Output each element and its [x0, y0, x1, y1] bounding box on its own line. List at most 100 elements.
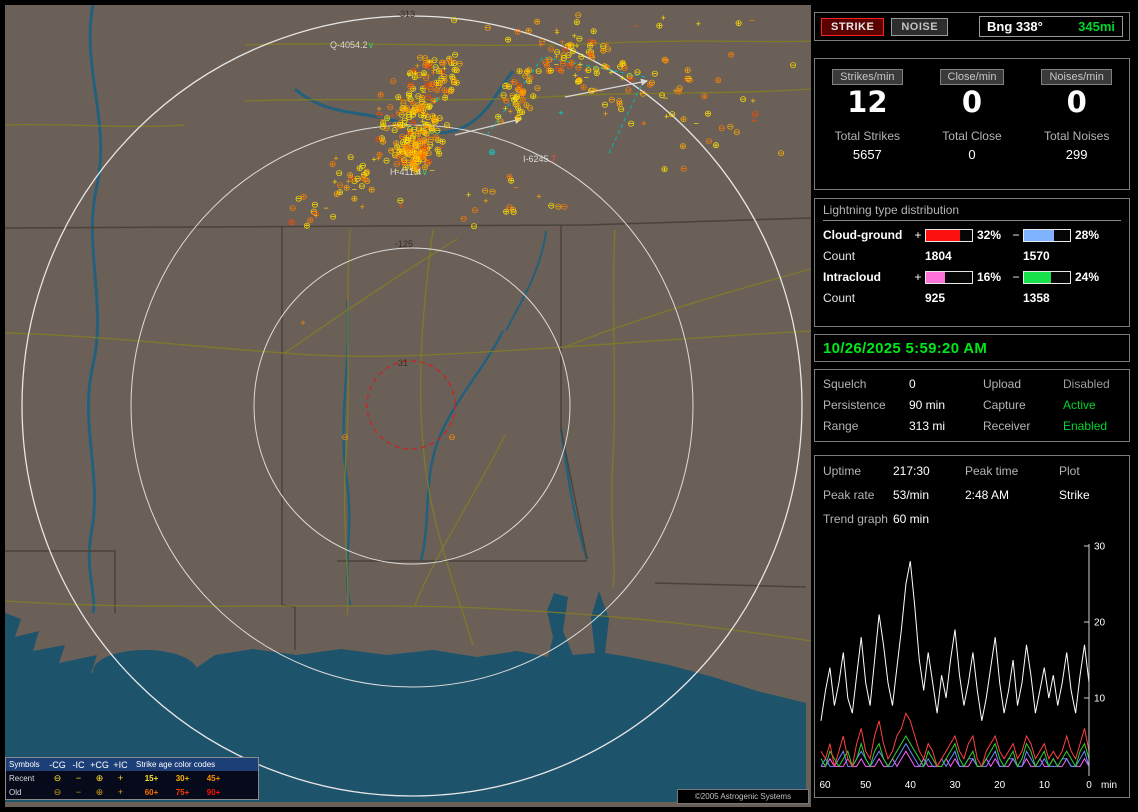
legend-age-code: 75+ — [175, 787, 190, 797]
strike-symbol: ⊕ — [656, 21, 664, 31]
strike-symbol: − — [429, 166, 434, 176]
strike-symbol: ⊖ — [526, 103, 534, 113]
total-label: Total Strikes — [834, 128, 900, 143]
strike-symbol: ⊖ — [443, 120, 451, 130]
strike-symbol: + — [572, 31, 577, 41]
strike-symbol: + — [577, 60, 582, 70]
strike-symbol: + — [413, 69, 418, 79]
strike-symbol: ⊖ — [658, 90, 666, 100]
strike-symbol: + — [389, 111, 394, 121]
mode-toolbar: STRIKE NOISE Bng 338° 345mi — [814, 12, 1130, 41]
strike-symbol: ⊕ — [704, 108, 712, 118]
squelch-ring — [366, 360, 456, 450]
map-canvas: +⊕⊖⊕⊖⊖+⊖+−⊖⊖⊖⊕⊖⊕⊕⊕−⊖⊕+⊕⊖⊕⊕⊕⊕⊕⊖+⊖+⊖− +−⊖⊖⊕… — [5, 5, 811, 802]
strike-symbol: ⊖ — [548, 200, 556, 210]
strike-symbol: ⊖ — [421, 127, 429, 137]
legend-age-code: 90+ — [206, 787, 221, 797]
datetime-display: 10/26/2025 5:59:20 AM — [823, 339, 988, 357]
strike-symbol: ⊖ — [515, 113, 523, 123]
strike-symbol: ⊕ — [432, 132, 440, 142]
strike-symbol: ⊖ — [484, 23, 492, 33]
status-label: Uptime — [823, 464, 862, 478]
positive-percentage-bar — [925, 228, 973, 242]
settings-panel: Squelch 0 Upload Disabled Persistence 90 min C… — [814, 369, 1130, 442]
lightning-map[interactable]: + ⊕ ⊖ ⊕ ⊖ ⊖ + ⊖ + − ⊖ ⊖ ⊖ ⊕ ⊖ ⊕ ⊕ ⊕ − ⊖ ⊕ + ⊕ ⊖ ⊕ ⊕ ⊕ ⊕ ⊕ ⊖ + ⊖ + ⊖ − + − ⊖ ⊖ ⊕… — [5, 5, 811, 807]
strike-symbol: ⊖ — [561, 202, 569, 212]
legend-header: Symbols -CG -IC +CG +IC Strike age color code… — [6, 758, 258, 771]
strike-symbol: ⊖ — [608, 95, 616, 105]
rate-label-button[interactable]: Close/min — [939, 69, 1005, 85]
strike-symbol: ⊕ — [619, 59, 627, 69]
x-tick-label: 30 — [949, 780, 961, 791]
legend-age-code: 45+ — [206, 773, 221, 783]
legend-header-type: -CG — [49, 759, 66, 770]
strike-symbol: − — [749, 15, 754, 25]
storm-cell-label: I-6245.7 — [523, 154, 556, 164]
strike-symbol: ⊕ — [727, 49, 735, 59]
strike-symbol: ⊕ — [514, 27, 522, 37]
legend-symbol: − — [75, 787, 82, 797]
setting-value: Disabled — [1063, 377, 1110, 391]
storm-cell-label: H-411.4∨ — [390, 167, 428, 177]
strike-symbol: ⊖ — [553, 47, 561, 57]
total-value: 5657 — [852, 146, 882, 162]
strike-symbol: ⊖ — [789, 60, 797, 70]
x-axis-unit: min — [1101, 780, 1117, 791]
strike-symbol: + — [620, 74, 625, 84]
strike-symbol: ⊕ — [661, 164, 669, 174]
x-tick-label: 50 — [860, 780, 872, 791]
plus-sign: + — [914, 228, 922, 242]
strike-symbol: − — [514, 183, 519, 193]
strike-symbol: ⊖ — [668, 109, 676, 119]
trend-graph-svg: 30 20 10 60 50 40 30 20 10 0 min — [819, 542, 1117, 792]
strike-symbol: ⊖ — [535, 66, 543, 76]
strike-mode-button[interactable]: STRIKE — [821, 17, 885, 36]
strike-symbol: ⊖ — [680, 164, 688, 174]
distribution-count-row: Count 925 1358 — [823, 291, 1121, 305]
negative-count: 1570 — [1023, 249, 1050, 263]
strike-symbol: ⊕ — [441, 85, 449, 95]
strike-symbol: ⊕ — [679, 141, 687, 151]
rate-label-button[interactable]: Strikes/min — [832, 69, 903, 85]
strike-symbol: ⊖ — [450, 15, 458, 25]
strike-symbol: ⊖ — [289, 203, 297, 213]
positive-percentage-bar — [925, 270, 973, 284]
strike-symbol: ⊖ — [593, 64, 601, 74]
strike-symbol: ⊖ — [481, 185, 489, 195]
strike-symbol: ⊖ — [402, 104, 410, 114]
distribution-panel: Lightning type distribution Cloud-ground… — [814, 198, 1130, 327]
strike-symbol: − — [694, 118, 699, 128]
setting-value: Enabled — [1063, 419, 1108, 433]
strike-symbol: + — [750, 96, 755, 106]
strike-symbol: ⊖ — [676, 83, 684, 93]
strike-symbol: ⊕ — [680, 114, 688, 124]
strike-symbol: + — [554, 25, 559, 35]
counter-column: Noises/min 0 Total Noises 299 — [1024, 67, 1129, 162]
strike-symbol: ⊕ — [735, 18, 743, 28]
strike-symbol: ⊖ — [396, 120, 404, 130]
copyright: ©2005 Astrogenic Systems — [677, 789, 809, 804]
strike-symbol: ⊖ — [625, 85, 633, 95]
strike-symbol: ⊖ — [718, 123, 726, 133]
legend-header-type: -IC — [72, 759, 85, 770]
noise-mode-button[interactable]: NOISE — [891, 17, 949, 36]
positive-count: 925 — [925, 291, 946, 305]
strike-symbol: ⊖ — [733, 127, 741, 137]
strike-symbol: + — [584, 66, 589, 76]
rate-label-button[interactable]: Noises/min — [1041, 69, 1112, 85]
strike-symbol: ⊖ — [438, 74, 446, 84]
bar-fill — [926, 229, 961, 241]
setting-label: Range — [823, 419, 859, 433]
bar-fill — [1024, 271, 1051, 283]
positive-count: 1804 — [925, 249, 952, 263]
strike-symbol: ⊖ — [751, 109, 759, 119]
x-tick-label: 10 — [1039, 780, 1051, 791]
strike-symbol: ⊕ — [714, 75, 722, 85]
strike-symbol: ⊖ — [383, 155, 391, 165]
strike-symbol: ⊖ — [777, 148, 785, 158]
legend-header-type: +IC — [113, 759, 128, 770]
strike-symbol: ⊖ — [489, 186, 497, 196]
bearing-range-display[interactable]: Bng 338° 345mi — [979, 16, 1123, 37]
legend-header-symbols: Symbols — [9, 760, 40, 769]
legend-age-code: 60+ — [144, 787, 159, 797]
